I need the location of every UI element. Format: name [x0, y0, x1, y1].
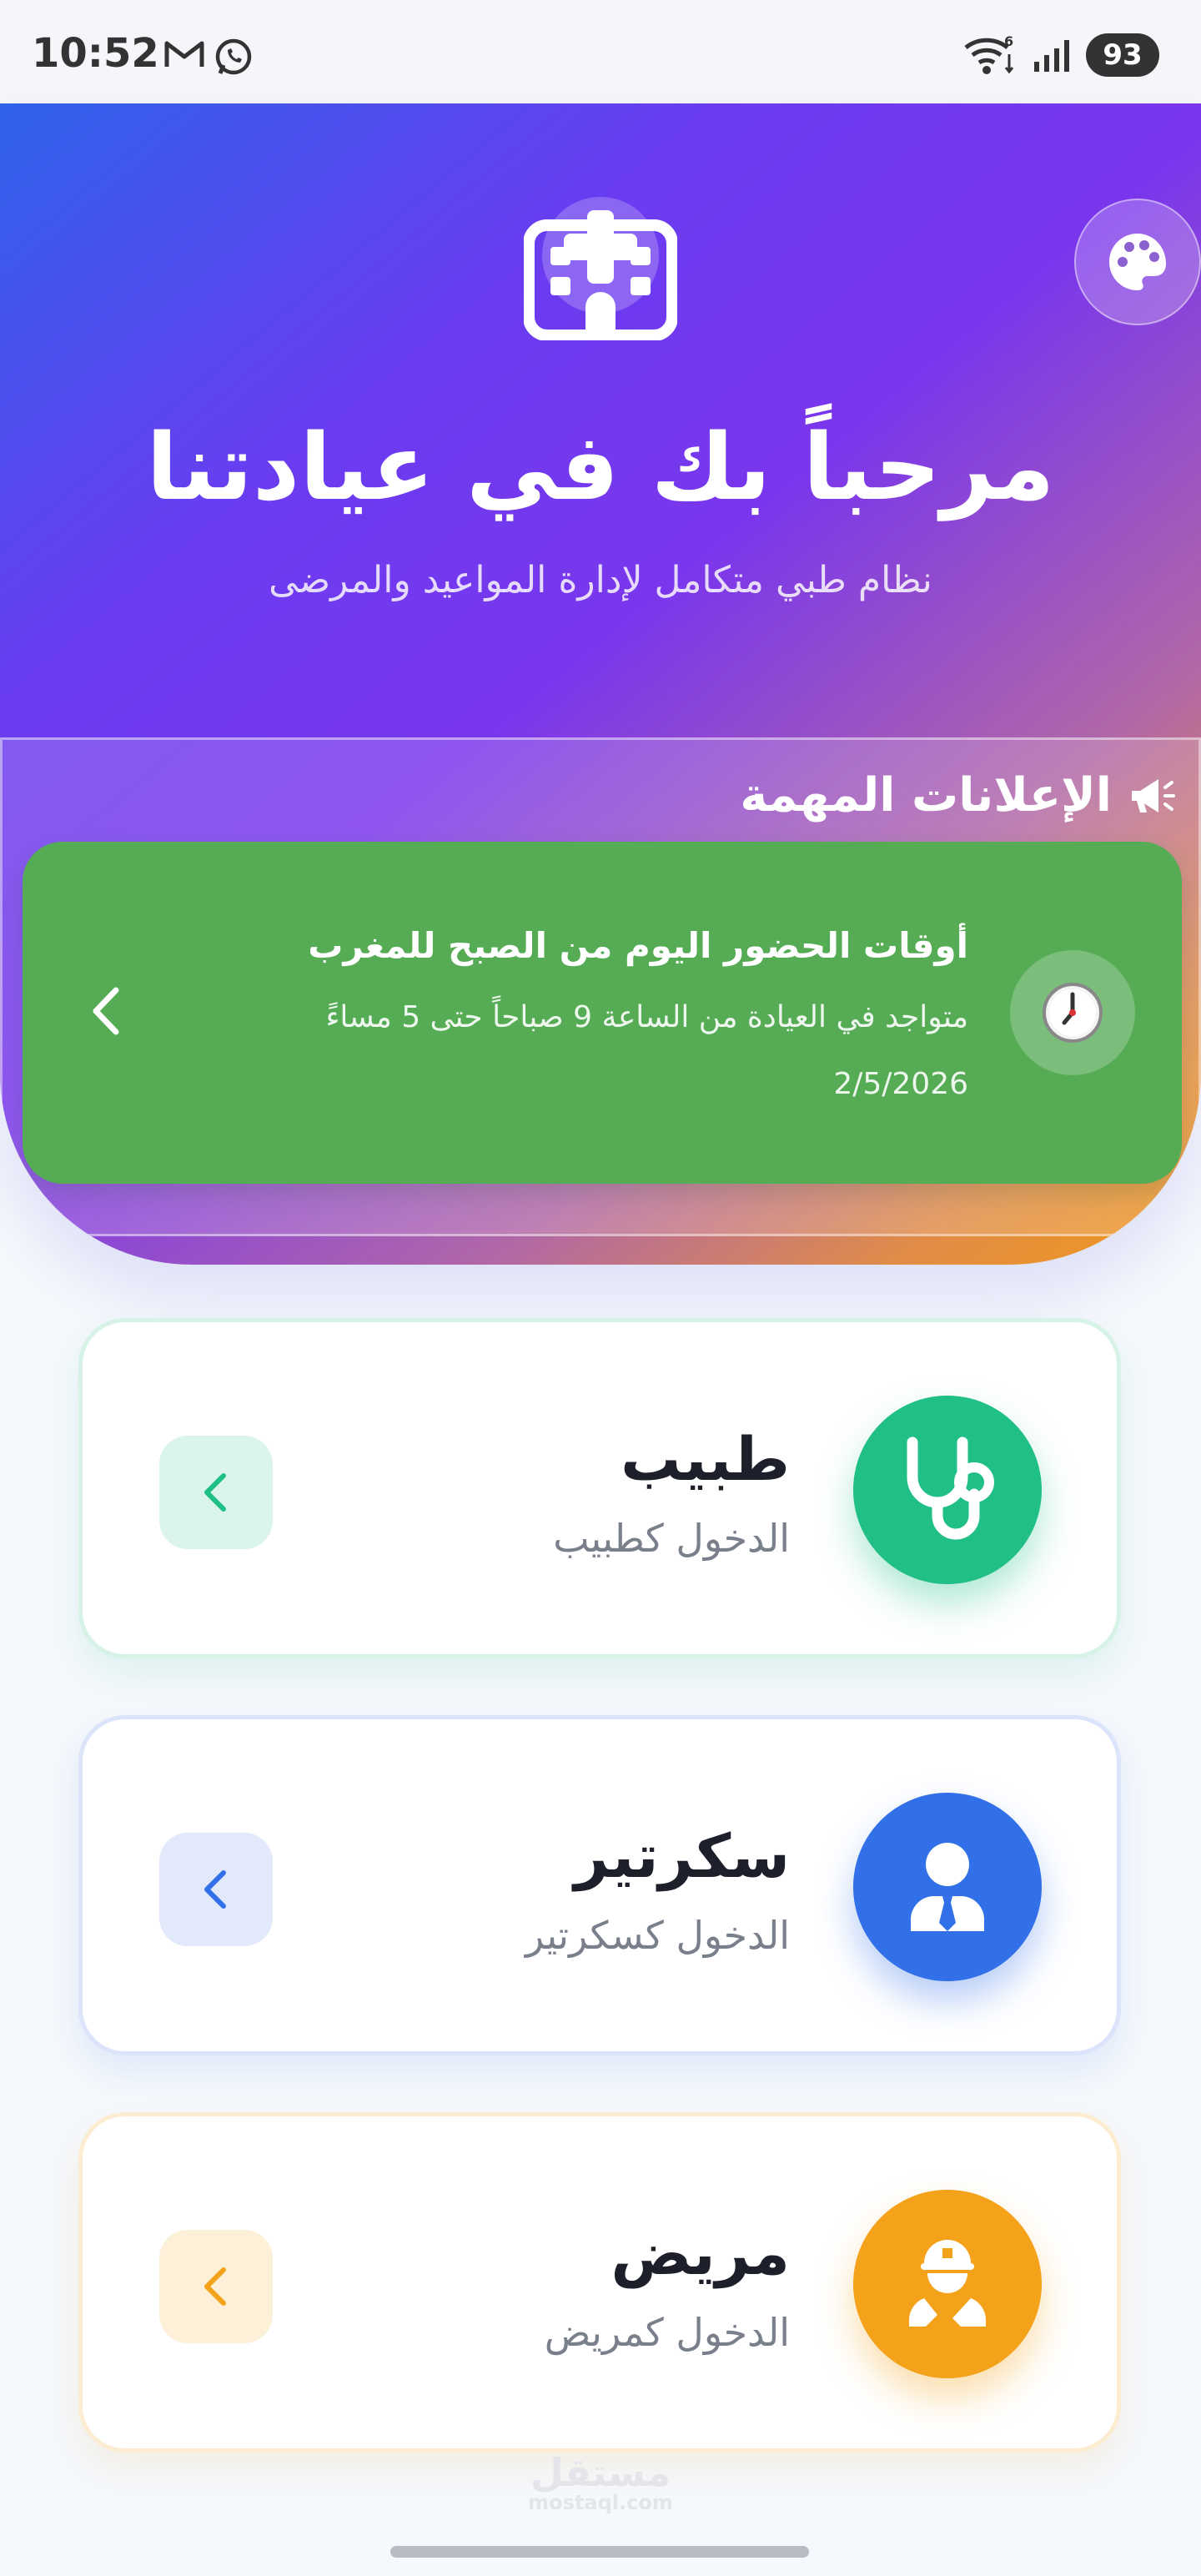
patient-icon-circle	[853, 2190, 1042, 2378]
app-screen: 10:52 6 93 مرحباً بك في عيادتنا نظام طبي…	[0, 0, 1201, 2576]
role-subtitle: الدخول كطبيب	[553, 1516, 790, 1561]
login-secretary-card[interactable]: سكرتير الدخول كسكرتير	[78, 1715, 1121, 2055]
announcements-panel: الإعلانات المهمة أوقات الحضور اليوم من ا…	[0, 737, 1201, 1236]
announcement-icon	[1010, 950, 1135, 1075]
doctor-icon-circle	[853, 1396, 1042, 1584]
chevron-left-icon	[204, 1473, 226, 1512]
signal-icon	[1034, 40, 1069, 72]
megaphone-icon	[1132, 778, 1175, 813]
system-status-icons: 6 93	[962, 33, 1159, 77]
status-time: 10:52	[32, 30, 159, 77]
watermark-url: mostaql.com	[528, 2491, 673, 2515]
stethoscope-icon	[907, 1436, 994, 1540]
gmail-icon	[164, 41, 204, 67]
announcements-title: الإعلانات المهمة	[740, 768, 1112, 823]
notification-icons	[163, 37, 254, 77]
chevron-left-icon[interactable]	[81, 982, 131, 1040]
role-title: مريض	[611, 2218, 790, 2288]
page-title: مرحباً بك في عيادتنا	[146, 414, 1055, 521]
page-subtitle: نظام طبي متكامل لإدارة المواعيد والمرضى	[269, 559, 932, 601]
wifi-icon: 6	[964, 34, 1014, 74]
login-patient-card[interactable]: مريض الدخول كمريض	[78, 2112, 1121, 2453]
theme-toggle-button[interactable]	[1074, 199, 1201, 325]
chevron-left-icon	[204, 2267, 226, 2306]
patient-arrow-button[interactable]	[159, 2230, 273, 2343]
wifi-sub-label: 6	[1004, 34, 1013, 49]
status-bar: 10:52 6 93	[0, 0, 1201, 103]
announcement-date: 2/5/2026	[833, 1067, 968, 1101]
announcements-header: الإعلانات المهمة	[740, 768, 1175, 823]
hospital-user-icon	[909, 2240, 986, 2327]
login-doctor-card[interactable]: طبيب الدخول كطبيب	[78, 1318, 1121, 1658]
secretary-arrow-button[interactable]	[159, 1833, 273, 1946]
watermark-logo-text: مستقل	[530, 2450, 671, 2495]
battery-indicator: 93	[1086, 33, 1159, 77]
user-tie-icon	[911, 1843, 984, 1931]
announcement-text: متواجد في العيادة من الساعة 9 صباحاً حتى…	[325, 1000, 968, 1034]
role-subtitle: الدخول كمريض	[544, 2310, 790, 2355]
role-title: طبيب	[621, 1424, 790, 1494]
role-title: سكرتير	[574, 1821, 790, 1891]
hero-banner: مرحباً بك في عيادتنا نظام طبي متكامل لإد…	[0, 103, 1201, 1265]
whatsapp-icon	[215, 38, 252, 75]
announcement-card[interactable]: أوقات الحضور اليوم من الصبح للمغرب متواج…	[23, 842, 1182, 1184]
hospital-icon	[524, 197, 677, 340]
role-subtitle: الدخول كسكرتير	[525, 1913, 790, 1958]
home-indicator[interactable]	[390, 2546, 809, 2558]
secretary-icon-circle	[853, 1793, 1042, 1981]
clock-icon	[1043, 983, 1103, 1043]
doctor-arrow-button[interactable]	[159, 1436, 273, 1549]
watermark: مستقل mostaql.com	[0, 2453, 1201, 2513]
announcement-title: أوقات الحضور اليوم من الصبح للمغرب	[308, 925, 968, 966]
palette-icon	[1109, 234, 1166, 290]
chevron-left-icon	[204, 1870, 226, 1909]
